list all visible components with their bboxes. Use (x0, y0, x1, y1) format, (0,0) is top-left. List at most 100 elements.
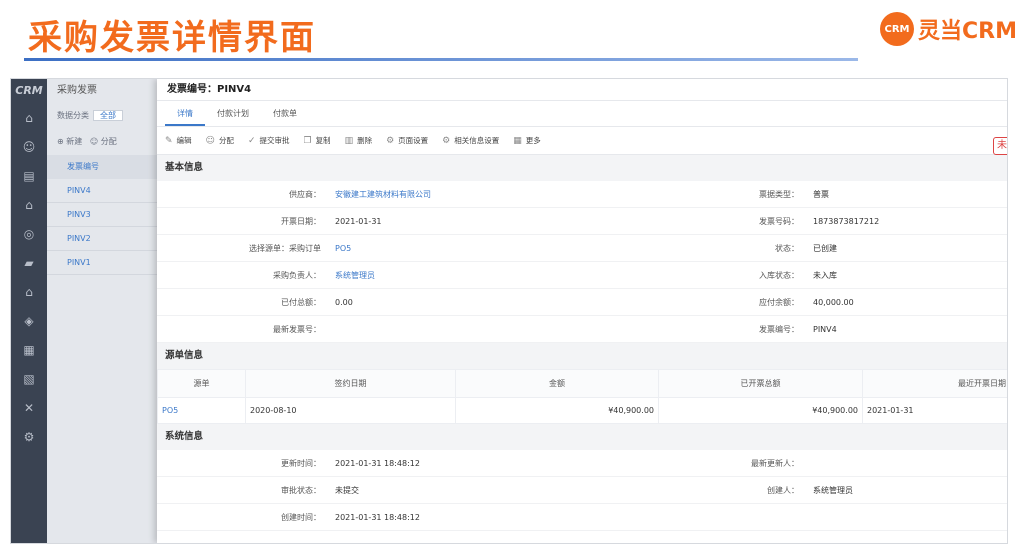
field-label: 更新时间： (281, 458, 321, 468)
delete-label: 删除 (357, 136, 373, 145)
report-icon[interactable]: ▦ (11, 335, 47, 364)
field-value: 1873873817212 (813, 216, 880, 226)
field-label: 创建时间： (281, 512, 321, 522)
field-value: 普票 (813, 189, 829, 199)
field-label: 应付余额： (759, 297, 799, 307)
field-row: 更新时间： 2021-01-31 18:48:12 最新更新人： (157, 450, 1007, 477)
section-basic-info: 基本信息 (157, 155, 1007, 181)
new-button[interactable]: ⊕ 新建 (57, 137, 82, 146)
cog-icon: ⚙ (442, 135, 451, 146)
warehouse-icon[interactable]: ⌂ (11, 190, 47, 219)
field-row: 选择源单：采购订单 PO5 状态： 已创建 (157, 235, 1007, 262)
field-row: 采购负责人： 系统管理员 入库状态： 未入库 (157, 262, 1007, 289)
status-stamp: 未 (993, 137, 1007, 155)
list-item[interactable]: PINV2 (47, 227, 157, 251)
field-value: 未提交 (335, 485, 359, 495)
new-label: 新建 (66, 137, 83, 146)
field-label: 入库状态： (759, 270, 799, 280)
tab-details[interactable]: 详情 (165, 101, 205, 126)
field-row: 创建时间： 2021-01-31 18:48:12 (157, 504, 1007, 531)
page-settings-button[interactable]: ⚙ 页面设置 (386, 135, 428, 146)
field-label: 开票日期： (281, 216, 321, 226)
truck-icon[interactable]: ▰ (11, 248, 47, 277)
delete-button[interactable]: ▥ 删除 (345, 135, 373, 146)
table-cell: 2020-08-10 (245, 397, 456, 424)
supplier-link[interactable]: 安徽建工建筑材料有限公司 (335, 189, 573, 200)
copy-button[interactable]: ❐ 复制 (303, 135, 330, 146)
list-actions: ⊕ 新建 ☺ 分配 (47, 129, 157, 155)
filter-select[interactable]: 全部 (93, 110, 123, 121)
field-row: 审批状态： 未提交 创建人： 系统管理员 (157, 477, 1007, 504)
filter-label: 数据分类 (57, 111, 89, 120)
assign-label: 分配 (100, 137, 117, 146)
field-value: 2021-01-31 18:48:12 (335, 512, 420, 522)
detail-title: 发票编号：PINV4 (157, 79, 1007, 101)
source-order-link[interactable]: PO5 (335, 244, 573, 253)
home-icon[interactable]: ⌂ (11, 103, 47, 132)
list-header[interactable]: 发票编号 (47, 155, 157, 179)
page-settings-label: 页面设置 (398, 136, 429, 145)
trash-icon: ▥ (344, 135, 354, 146)
settings-icon[interactable]: ⚙ (11, 422, 47, 451)
copy-icon: ❐ (303, 135, 312, 146)
related-settings-button[interactable]: ⚙ 相关信息设置 (442, 135, 499, 146)
column-header: 金额 (455, 369, 659, 398)
rail-logo: CRM (15, 84, 43, 97)
field-value: 40,000.00 (813, 297, 854, 307)
column-header: 最近开票日期 (862, 369, 1007, 398)
edit-button[interactable]: ✎ 编辑 (165, 135, 192, 146)
owner-link[interactable]: 系统管理员 (335, 270, 573, 281)
grid-icon: ▦ (513, 135, 522, 146)
field-value: 未入库 (813, 270, 837, 280)
column-header: 源单 (157, 369, 246, 398)
table-cell: 2021-01-31 (862, 397, 1007, 424)
detail-panel: 发票编号：PINV4 详情 付款计划 付款单 ✎ 编辑 ☺ 分配 ✓ 提交审批 ❐ 复制… (157, 79, 1007, 543)
list-item[interactable]: PINV1 (47, 251, 157, 275)
nav-rail: CRM ⌂ ☺ ▤ ⌂ ◎ ▰ ⌂ ◈ ▦ ▧ ✕ ⚙ (11, 79, 47, 543)
field-label: 采购负责人： (273, 270, 321, 280)
field-value: 0.00 (335, 297, 353, 307)
chart-icon[interactable]: ▧ (11, 364, 47, 393)
source-order-cell[interactable]: PO5 (157, 397, 246, 424)
field-value: 系统管理员 (813, 485, 853, 495)
field-label: 最新更新人： (751, 458, 799, 468)
field-label: 发票编号： (759, 324, 799, 334)
assign-button[interactable]: ☺ 分配 (90, 137, 117, 146)
table-header-row: 源单 签约日期 金额 已开票总额 最近开票日期 (157, 369, 1007, 398)
list-item[interactable]: PINV3 (47, 203, 157, 227)
toolbar: ✎ 编辑 ☺ 分配 ✓ 提交审批 ❐ 复制 ▥ 删除 ⚙ 页面设置 ⚙ 相关信息设置 ▦ 更多 (157, 127, 1007, 155)
brand-logo-icon: CRM (880, 12, 914, 46)
field-row: 最新发票号： 发票编号： PINV4 (157, 316, 1007, 343)
house-icon[interactable]: ⌂ (11, 277, 47, 306)
more-button[interactable]: ▦ 更多 (513, 135, 541, 146)
submit-approval-button[interactable]: ✓ 提交审批 (248, 135, 290, 146)
shield-icon[interactable]: ◈ (11, 306, 47, 335)
more-label: 更多 (525, 136, 541, 145)
table-cell: ¥40,900.00 (455, 397, 659, 424)
assign-detail-label: 分配 (218, 136, 234, 145)
field-label: 供应商： (289, 189, 321, 199)
crm-window: CRM ⌂ ☺ ▤ ⌂ ◎ ▰ ⌂ ◈ ▦ ▧ ✕ ⚙ 采购发票 数据分类 全部 … (10, 78, 1008, 544)
field-row: 开票日期： 2021-01-31 发票号码： 1873873817212 (157, 208, 1007, 235)
assign-detail-button[interactable]: ☺ 分配 (206, 135, 234, 146)
detail-tabs: 详情 付款计划 付款单 (157, 101, 1007, 127)
field-label: 发票号码： (759, 216, 799, 226)
tools-icon[interactable]: ✕ (11, 393, 47, 422)
field-value: 已创建 (813, 243, 837, 253)
table-row: PO5 2020-08-10 ¥40,900.00 ¥40,900.00 202… (157, 397, 1007, 424)
related-settings-label: 相关信息设置 (454, 136, 500, 145)
filter-row: 数据分类 全部 (47, 103, 157, 129)
field-label: 已付总额： (281, 297, 321, 307)
tab-payments[interactable]: 付款单 (261, 101, 309, 126)
field-label: 最新发票号： (273, 324, 321, 334)
target-icon[interactable]: ◎ (11, 219, 47, 248)
list-title: 采购发票 (57, 85, 97, 96)
field-row: 供应商： 安徽建工建筑材料有限公司 票据类型： 普票 (157, 181, 1007, 208)
copy-label: 复制 (315, 136, 331, 145)
column-header: 已开票总额 (658, 369, 863, 398)
section-system-info: 系统信息 (157, 424, 1007, 450)
contacts-icon[interactable]: ☺ (11, 132, 47, 161)
tab-payment-plan[interactable]: 付款计划 (205, 101, 261, 126)
list-item[interactable]: PINV4 (47, 179, 157, 203)
document-icon[interactable]: ▤ (11, 161, 47, 190)
